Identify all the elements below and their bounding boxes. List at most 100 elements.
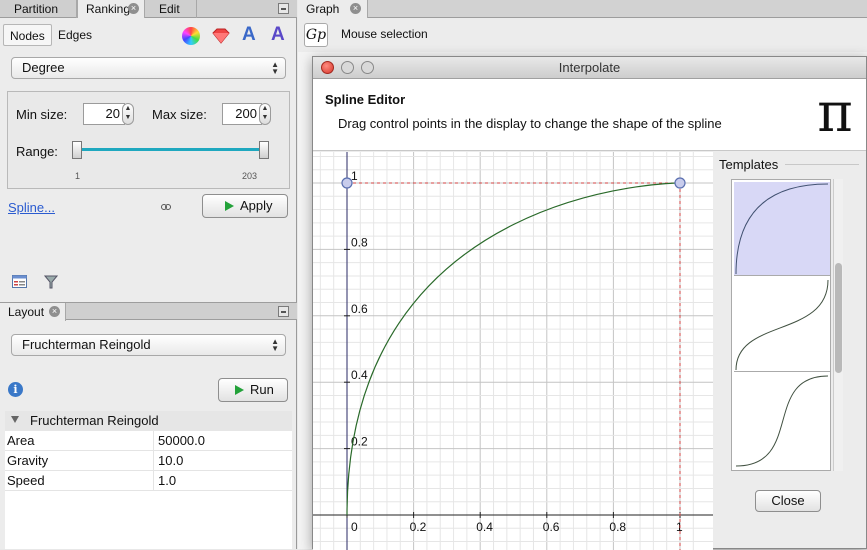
- range-max-value: 203: [242, 171, 258, 181]
- subtab-nodes[interactable]: Nodes: [3, 24, 52, 46]
- graph-tabbar: Graph ×: [298, 0, 867, 18]
- result-list-icon[interactable]: [12, 275, 27, 288]
- collapse-triangle-icon[interactable]: [11, 416, 19, 423]
- templates-scroll-thumb[interactable]: [835, 263, 842, 373]
- templates-separator: [785, 164, 859, 165]
- tab-edit-label: Edit: [159, 2, 180, 16]
- chevron-updown-icon: ▲ ▼: [271, 337, 279, 353]
- property-name: Gravity: [7, 453, 49, 468]
- range-slider-track[interactable]: [80, 148, 268, 151]
- spline-control-point[interactable]: [341, 177, 353, 189]
- dialog-header: Spline Editor Drag control points in the…: [313, 79, 866, 151]
- spline-control-point[interactable]: [674, 177, 686, 189]
- minimize-icon[interactable]: [278, 3, 289, 14]
- property-row[interactable]: Gravity 10.0: [5, 451, 292, 471]
- grid-lines: [313, 152, 713, 550]
- tab-graph-label: Graph: [306, 2, 340, 16]
- x-tick-label: 0: [351, 520, 358, 534]
- ranking-tabbar: Partition Ranking × Edit: [0, 0, 297, 18]
- layout-algorithm-select[interactable]: Fruchterman Reingold ▲ ▼: [11, 334, 286, 356]
- tab-graph[interactable]: Graph ×: [298, 0, 368, 18]
- interpolate-dialog: Interpolate Spline Editor Drag control p…: [312, 56, 867, 550]
- max-size-stepper[interactable]: ▲ ▼: [259, 103, 271, 125]
- apply-button[interactable]: Apply: [202, 194, 288, 218]
- close-button[interactable]: Close: [755, 490, 821, 512]
- label-size-icon[interactable]: A: [271, 25, 291, 45]
- spline-plot[interactable]: 0 0.2 0.4 0.6 0.8 10.20.40.60.81: [313, 152, 713, 550]
- max-size-label: Max size:: [152, 107, 207, 122]
- run-button[interactable]: Run: [218, 378, 288, 402]
- attribute-select[interactable]: Degree ▲ ▼: [11, 57, 286, 79]
- tab-partition[interactable]: Partition: [0, 0, 77, 18]
- property-section-title: Fruchterman Reingold: [30, 413, 159, 428]
- close-icon[interactable]: ×: [128, 3, 139, 14]
- range-slider-max-handle[interactable]: [259, 141, 269, 159]
- tab-layout[interactable]: Layout ×: [0, 303, 66, 321]
- templates-label: Templates: [719, 157, 779, 172]
- apply-button-label: Apply: [240, 198, 273, 213]
- y-tick-label: 0.4: [351, 368, 368, 382]
- gephi-logo-icon: Gp: [304, 23, 328, 47]
- templates-scrollbar[interactable]: [833, 179, 843, 471]
- property-name: Area: [7, 433, 35, 448]
- templates-list[interactable]: [731, 179, 831, 471]
- min-size-stepper[interactable]: ▲ ▼: [122, 103, 134, 125]
- x-tick-label: 0.4: [476, 520, 493, 534]
- close-window-icon[interactable]: [321, 61, 334, 74]
- minimize-icon[interactable]: [278, 306, 289, 317]
- min-size-input[interactable]: 20: [83, 103, 125, 125]
- filter-funnel-icon[interactable]: [44, 275, 58, 289]
- tab-partition-label: Partition: [14, 2, 59, 16]
- template-s-curve-steep-preview: [735, 375, 829, 467]
- template-s-curve-steep[interactable]: [734, 374, 830, 468]
- info-icon[interactable]: i: [8, 382, 23, 397]
- spline-editor-canvas[interactable]: 0 0.2 0.4 0.6 0.8 1 0.2 0.4 0.6 0.8 1: [313, 152, 713, 550]
- property-value[interactable]: 10.0: [153, 451, 183, 471]
- template-s-curve-flat[interactable]: [734, 278, 830, 372]
- subtab-edges[interactable]: Edges: [52, 24, 98, 46]
- max-size-input[interactable]: 200: [222, 103, 262, 125]
- play-icon: [235, 385, 244, 395]
- dialog-titlebar[interactable]: Interpolate: [313, 57, 866, 79]
- min-size-label: Min size:: [16, 107, 68, 122]
- graph-toolbar: Gp Mouse selection: [298, 18, 867, 52]
- close-icon[interactable]: ×: [49, 306, 60, 317]
- tool-mode-label: Mouse selection: [341, 27, 428, 41]
- range-slider-min-handle[interactable]: [72, 141, 82, 159]
- attribute-select-value: Degree: [22, 60, 65, 75]
- y-tick-label: 0.6: [351, 302, 368, 316]
- dialog-description: Drag control points in the display to ch…: [338, 116, 722, 131]
- zoom-window-icon[interactable]: [361, 61, 374, 74]
- property-row[interactable]: Area 50000.0: [5, 431, 292, 451]
- tab-ranking-label: Ranking: [86, 2, 131, 16]
- tab-edit[interactable]: Edit: [145, 0, 197, 18]
- spline-curve-group: [341, 177, 686, 550]
- dialog-heading: Spline Editor: [325, 92, 406, 107]
- spline-curve: [346, 182, 681, 516]
- color-wheel-icon[interactable]: [182, 27, 200, 45]
- property-value[interactable]: 1.0: [153, 471, 176, 491]
- play-icon: [225, 201, 234, 211]
- size-settings-group: Min size: 20 ▲ ▼ Max size: 200 ▲ ▼ Range: …: [7, 91, 290, 189]
- spline-link[interactable]: Spline...: [8, 200, 55, 215]
- x-tick-label: 0.8: [609, 520, 626, 534]
- property-section-header[interactable]: Fruchterman Reingold: [5, 411, 292, 431]
- property-value[interactable]: 50000.0: [153, 431, 205, 451]
- minimize-window-icon[interactable]: [341, 61, 354, 74]
- property-row[interactable]: Speed 1.0: [5, 471, 292, 491]
- range-min-value: 1: [75, 171, 81, 181]
- layout-tabbar: Layout ×: [0, 302, 297, 321]
- run-button-label: Run: [250, 382, 274, 397]
- x-tick-label: 0.6: [543, 520, 560, 534]
- diamond-size-icon[interactable]: [212, 28, 230, 44]
- tab-ranking[interactable]: Ranking ×: [77, 0, 145, 18]
- tab-layout-label: Layout: [8, 305, 45, 319]
- left-panel: Partition Ranking × Edit Nodes Edges A A…: [0, 0, 297, 549]
- template-ease-out[interactable]: [734, 182, 830, 276]
- y-tick-label: 0.8: [351, 235, 368, 249]
- close-icon[interactable]: ×: [350, 3, 361, 14]
- label-color-icon[interactable]: A: [242, 25, 262, 45]
- layout-algorithm-value: Fruchterman Reingold: [22, 337, 151, 352]
- property-sheet-empty: [5, 491, 292, 549]
- chain-link-icon[interactable]: [161, 203, 171, 211]
